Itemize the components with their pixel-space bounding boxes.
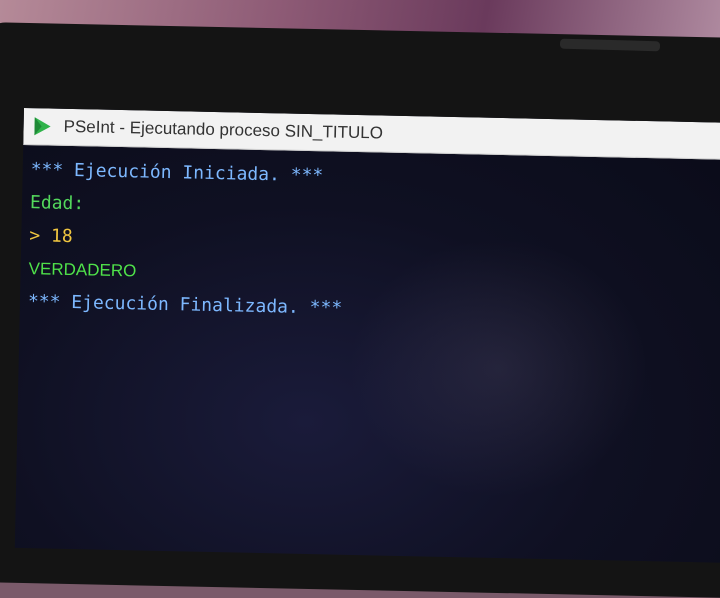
pseint-console-window: PSeInt - Ejecutando proceso SIN_TITULO *… <box>14 108 720 563</box>
window-title: PSeInt - Ejecutando proceso SIN_TITULO <box>63 116 384 143</box>
pseint-app-icon <box>31 115 53 137</box>
console-output: *** Ejecución Iniciada. *** Edad: > 18 V… <box>20 145 720 333</box>
